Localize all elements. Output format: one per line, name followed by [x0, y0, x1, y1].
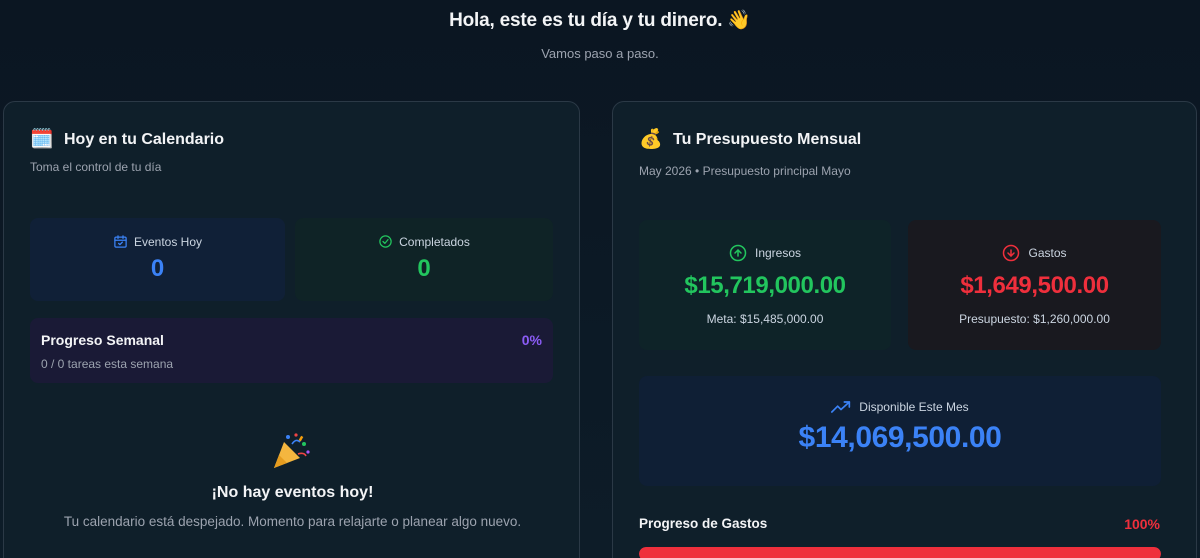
expenses-budget: Presupuesto: $1,260,000.00 — [959, 312, 1110, 326]
events-today-stat[interactable]: Eventos Hoy 0 — [30, 218, 285, 301]
income-box[interactable]: Ingresos $15,719,000.00 Meta: $15,485,00… — [639, 220, 891, 350]
expenses-box[interactable]: Gastos $1,649,500.00 Presupuesto: $1,260… — [908, 220, 1161, 350]
income-label: Ingresos — [754, 246, 802, 260]
weekly-progress[interactable]: Progreso Semanal 0% 0 / 0 tareas esta se… — [30, 318, 553, 383]
hero-subtitle: Vamos paso a paso. — [541, 46, 659, 61]
weekly-progress-title: Progreso Semanal — [41, 332, 164, 348]
empty-state-message: Tu calendario está despejado. Momento pa… — [63, 514, 522, 529]
dashboard-page: Hola, este es tu día y tu dinero. 👋 Vamo… — [0, 0, 1200, 558]
income-goal: Meta: $15,485,000.00 — [706, 312, 824, 326]
available-amount: $14,069,500.00 — [798, 421, 1002, 454]
calendar-card-subtitle: Toma el control de tu día — [30, 160, 162, 174]
calendar-card-title: Hoy en tu Calendario — [64, 130, 225, 148]
completed-stat[interactable]: Completados 0 — [295, 218, 553, 301]
expense-progress-label: Progreso de Gastos — [639, 516, 768, 531]
expense-progress-fill — [639, 547, 1161, 558]
calendar-check-icon — [113, 234, 128, 249]
arrow-up-circle-icon — [729, 244, 747, 262]
arrow-down-circle-icon — [1002, 244, 1020, 262]
available-box[interactable]: Disponible Este Mes $14,069,500.00 — [639, 376, 1161, 486]
trending-up-icon — [831, 400, 851, 414]
expense-progress-percent: 100% — [1124, 516, 1160, 532]
income-amount: $15,719,000.00 — [684, 272, 846, 299]
calendar-card: 🗓️ Hoy en tu Calendario Toma el control … — [3, 101, 580, 558]
money-bag-emoji-icon: 💰 — [639, 129, 663, 150]
events-today-label: Eventos Hoy — [133, 234, 203, 249]
hero: Hola, este es tu día y tu dinero. 👋 Vamo… — [0, 8, 1200, 61]
expenses-amount: $1,649,500.00 — [960, 272, 1109, 299]
calendar-card-header: 🗓️ Hoy en tu Calendario — [30, 130, 224, 149]
budget-card: 💰 Tu Presupuesto Mensual May 2026 • Pres… — [612, 101, 1197, 558]
check-circle-icon — [378, 234, 393, 249]
events-today-value: 0 — [150, 255, 165, 282]
budget-card-title: Tu Presupuesto Mensual — [673, 130, 862, 148]
calendar-emoji-icon: 🗓️ — [30, 129, 54, 150]
completed-label: Completados — [399, 234, 470, 249]
weekly-progress-percent: 0% — [521, 332, 542, 348]
hero-title: Hola, este es tu día y tu dinero. 👋 — [449, 10, 751, 31]
party-popper-icon — [270, 430, 312, 472]
weekly-progress-detail: 0 / 0 tareas esta semana — [41, 357, 174, 371]
budget-card-header: 💰 Tu Presupuesto Mensual — [639, 130, 861, 149]
available-label: Disponible Este Mes — [859, 400, 969, 414]
expense-progress-bar — [639, 547, 1161, 558]
budget-card-subtitle: May 2026 • Presupuesto principal Mayo — [639, 164, 851, 178]
completed-value: 0 — [417, 255, 431, 282]
empty-state-title: ¡No hay eventos hoy! — [211, 484, 374, 501]
expenses-label: Gastos — [1028, 246, 1067, 260]
